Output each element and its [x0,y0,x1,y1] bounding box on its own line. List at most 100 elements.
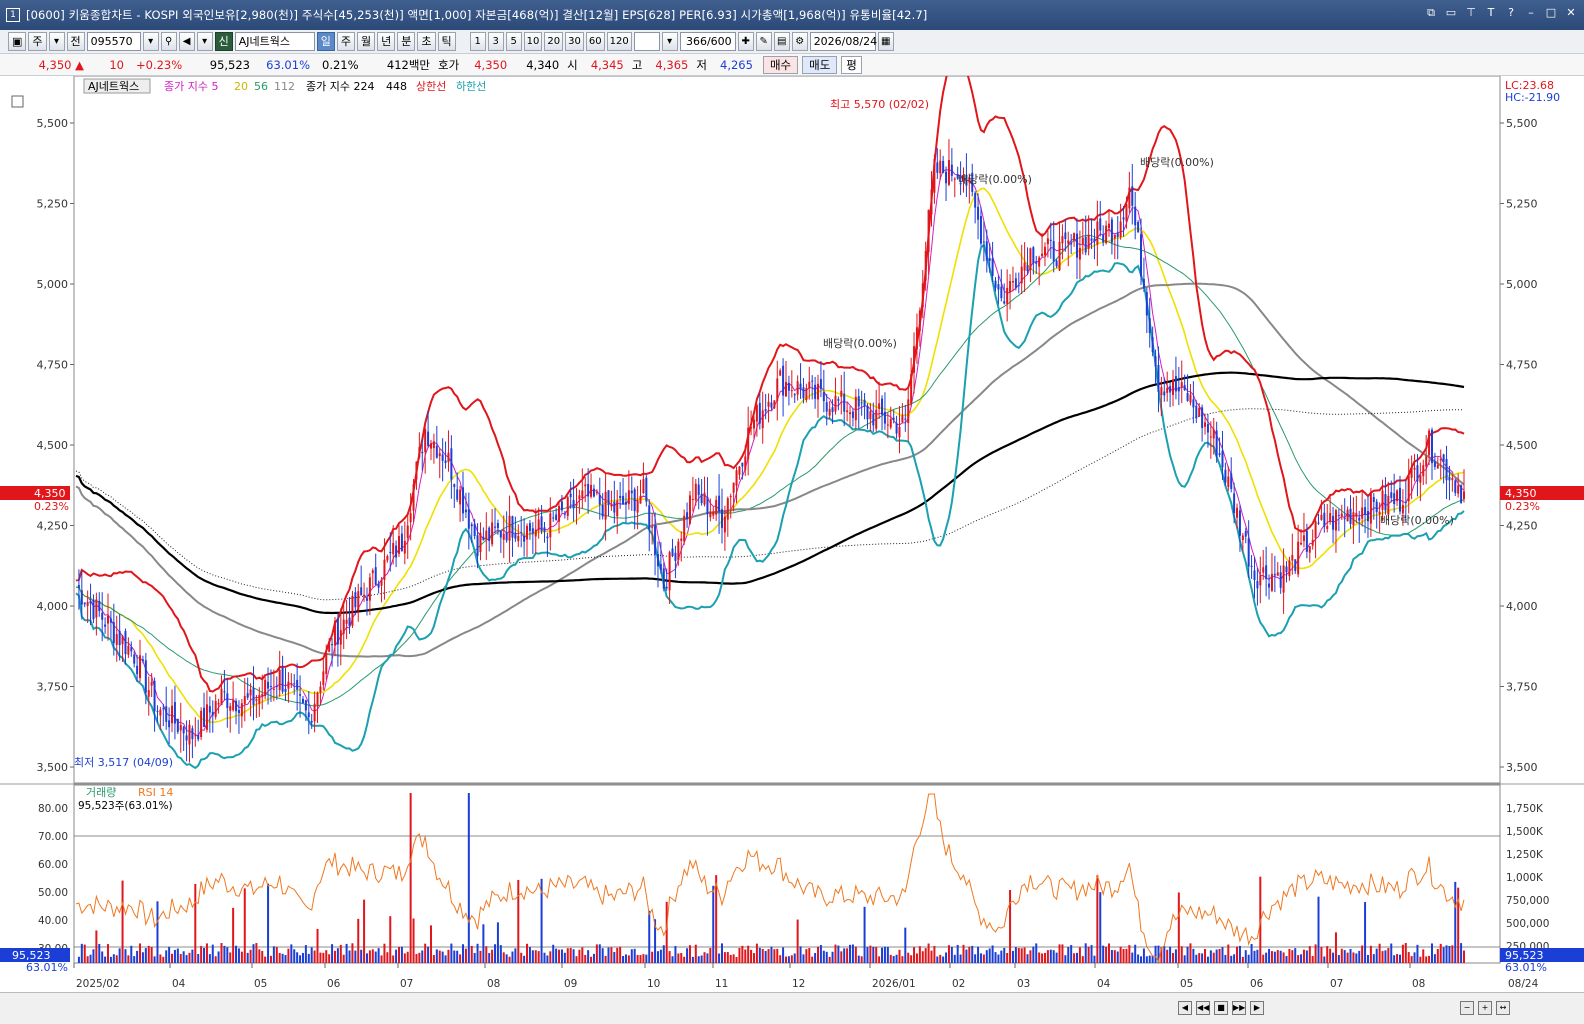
crosshair-icon[interactable]: ✚ [737,32,754,51]
candle-body [363,594,366,597]
candle-body [1413,467,1416,470]
candle-body [1270,573,1273,591]
candle-body [828,408,831,416]
volume-bar [147,945,150,963]
volume-bar [913,947,916,963]
close-icon[interactable]: ✕ [1564,6,1578,20]
zoom-out-icon[interactable]: − [1460,1001,1474,1015]
scroll-right-icon[interactable]: ▶ [1250,1001,1264,1015]
custom-interval-input[interactable] [633,32,660,51]
interval-10[interactable]: 10 [523,32,543,51]
save-icon[interactable]: ▤ [773,32,790,51]
candle-body [438,453,441,457]
candle-body [1177,387,1180,392]
quote-bar: 4,350 ▲ 10 +0.23% 95,523 63.01% 0.21% 41… [0,54,1584,76]
volume-bar [1064,955,1067,963]
speaker-icon[interactable]: ◀ [178,32,195,51]
candle-body [141,659,144,662]
restore-icon[interactable]: ▭ [1444,6,1458,20]
candle-body [630,490,633,494]
candle-body [226,693,229,708]
candle-body [313,703,316,722]
candle-body [595,492,598,494]
candle-body [485,530,488,540]
volume-bar [377,948,380,963]
candle-body [860,402,863,404]
volume-bar [808,948,811,963]
volume-bar [278,952,281,963]
candle-body [1355,512,1358,517]
volume-bar [86,956,89,963]
gear-icon[interactable]: ⚙ [791,32,808,51]
sell-button[interactable]: 매도 [802,55,838,74]
stop-icon[interactable]: ■ [1214,1001,1228,1015]
interval-120[interactable]: 120 [606,32,632,51]
price-axis-label-right: 4,750 [1506,359,1538,372]
volume-bar [1276,950,1279,963]
volume-bar [974,954,977,963]
fast-back-icon[interactable]: ◀◀ [1196,1001,1210,1015]
period-second-tab[interactable]: 초 [417,32,436,51]
date-input[interactable]: 2026/08/24 [809,32,877,51]
interval-1[interactable]: 1 [469,32,486,51]
interval-60[interactable]: 60 [585,32,605,51]
link-icon[interactable]: ⧉ [1424,6,1438,20]
trust-badge[interactable]: 신 [214,32,233,51]
average-button[interactable]: 평 [841,55,862,74]
period-month-tab[interactable]: 월 [357,32,376,51]
volume-bar [1387,948,1390,963]
code-dropdown-icon[interactable]: ▾ [142,32,159,51]
candle-body [1302,535,1305,542]
candle-body [1119,221,1122,237]
interval-5[interactable]: 5 [505,32,522,51]
minimize-icon[interactable]: – [1524,6,1538,20]
chart-menu-icon[interactable]: ▣ [8,32,27,51]
fast-forward-icon[interactable]: ▶▶ [1232,1001,1246,1015]
interval-dropdown-icon[interactable]: ▾ [661,32,678,51]
period-year-tab[interactable]: 년 [377,32,396,51]
candle-body [656,554,659,567]
volume-bar [284,955,287,963]
help-icon[interactable]: ? [1504,6,1518,20]
speaker-dropdown-icon[interactable]: ▾ [196,32,213,51]
volume-bar [1265,952,1268,963]
full-view-button[interactable]: 전 [66,32,85,51]
text-icon[interactable]: T [1484,6,1498,20]
chart-type-select[interactable]: 주 [28,32,47,51]
search-icon[interactable]: ⚲ [160,32,177,51]
maximize-icon[interactable]: □ [1544,6,1558,20]
zoom-in-icon[interactable]: + [1478,1001,1492,1015]
volume-bar [389,916,392,963]
interval-30[interactable]: 30 [565,32,584,51]
period-week-tab[interactable]: 주 [336,32,356,51]
candle-body [476,535,479,556]
volume-bar [1326,946,1329,963]
period-tick-tab[interactable]: 틱 [437,32,456,51]
volume-bar [837,945,840,963]
calendar-icon[interactable]: ▦ [877,32,894,51]
volume-bar [453,950,456,963]
volume-bar [770,946,773,963]
pin-icon[interactable]: ⊤ [1464,6,1478,20]
horizontal-scrollbar[interactable]: ◀ ◀◀ ■ ▶▶ ▶ − + ↔ [0,992,1584,1024]
price-axis-label-left: 4,750 [37,359,69,372]
buy-button[interactable]: 매수 [762,55,799,74]
volume-bar [712,885,715,963]
volume-bar [764,951,767,963]
volume-bar [942,956,945,963]
volume-bar [735,956,738,963]
volume-bar [121,880,124,963]
scroll-left-icon[interactable]: ◀ [1178,1001,1192,1015]
interval-20[interactable]: 20 [544,32,564,51]
zoom-reset-icon[interactable]: ↔ [1496,1001,1510,1015]
stock-name-field[interactable]: AJ네트웍스 [234,32,315,51]
stock-chart[interactable]: 5,500 5,500 5,250 5,250 5,000 5,000 4,750 4,750… [0,76,1584,992]
volume-bar [491,949,494,963]
draw-tool-icon[interactable]: ✎ [755,32,772,51]
stock-code-input[interactable]: 095570 [86,32,141,51]
period-day-tab[interactable]: 일 [316,32,335,51]
data-count-field[interactable]: 366/600 [679,32,736,51]
period-minute-tab[interactable]: 분 [397,32,416,51]
type-dropdown-icon[interactable]: ▾ [48,32,65,51]
interval-3[interactable]: 3 [487,32,504,51]
